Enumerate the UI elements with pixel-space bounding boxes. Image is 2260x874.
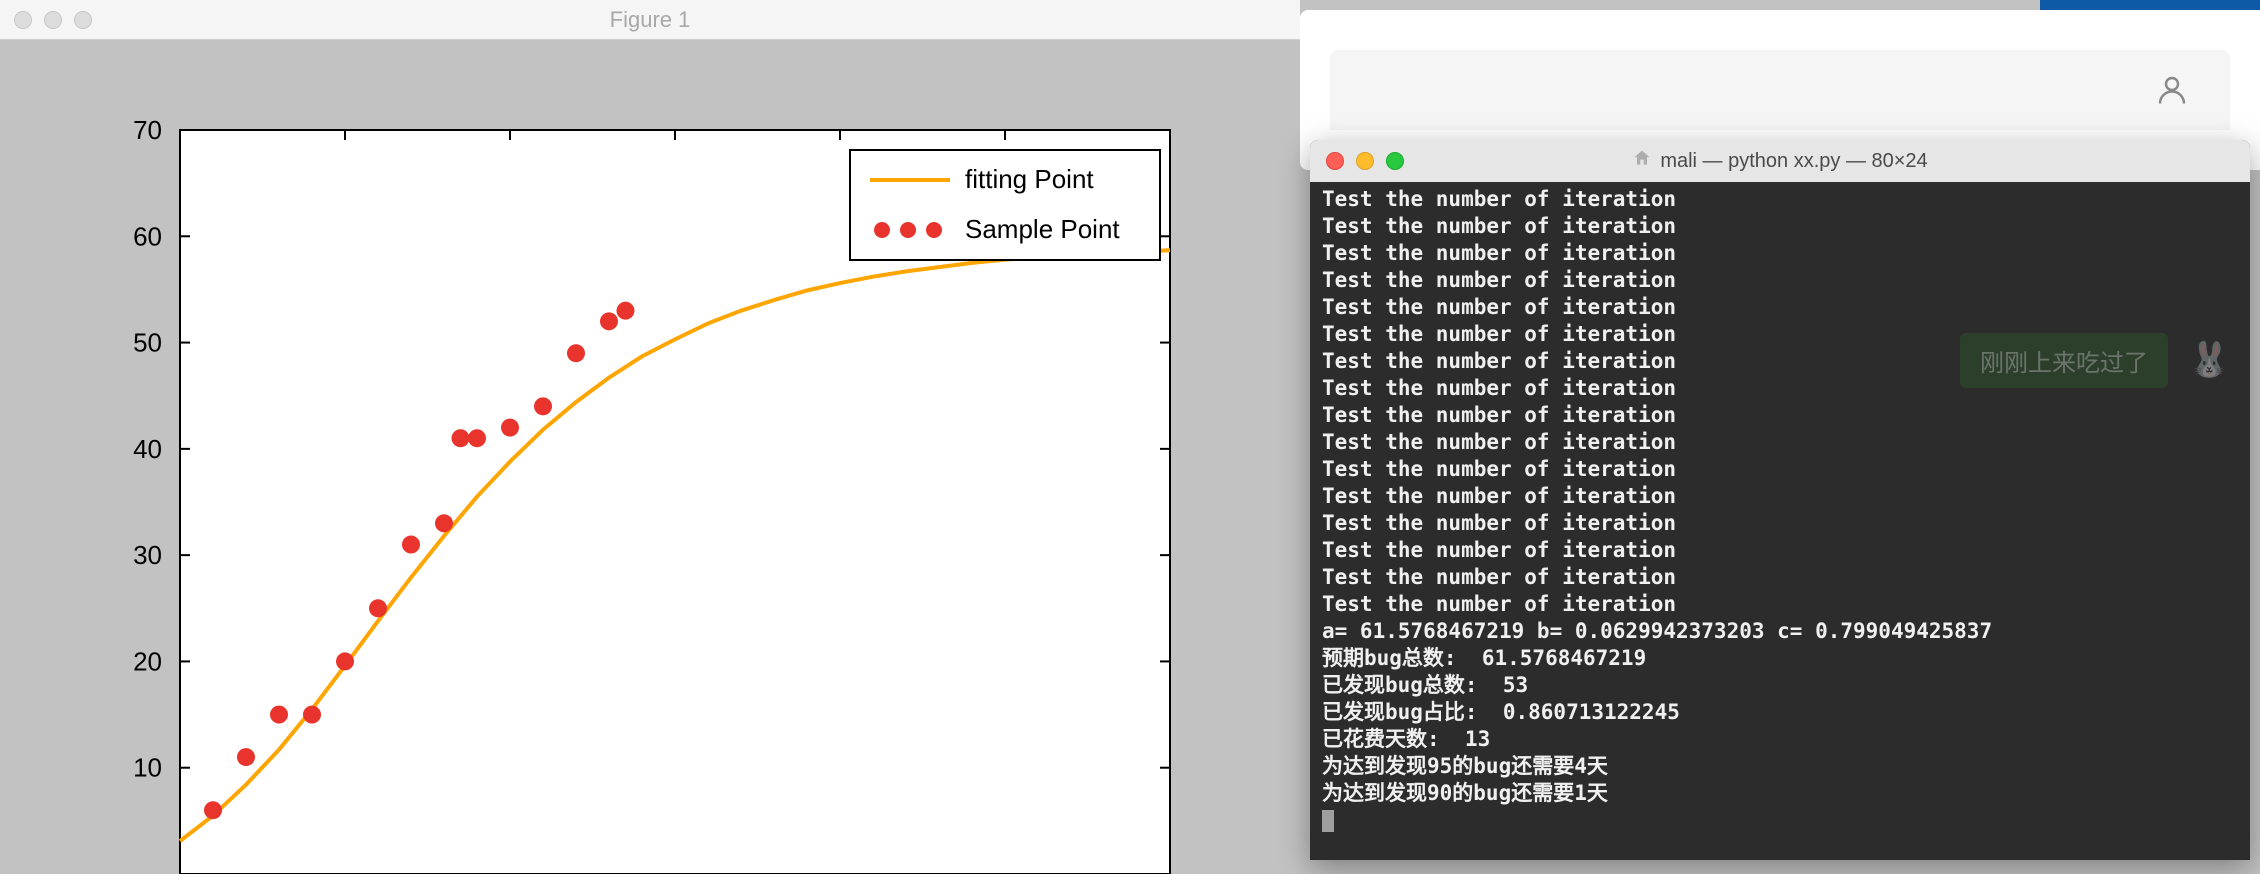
scatter-point — [600, 312, 618, 330]
terminal-cursor — [1322, 810, 1334, 832]
svg-text:50: 50 — [133, 328, 162, 358]
scatter-point — [534, 397, 552, 415]
svg-text:20: 20 — [133, 646, 162, 676]
scatter-point — [303, 706, 321, 724]
scatter-point — [402, 536, 420, 554]
svg-text:10: 10 — [133, 753, 162, 783]
svg-text:70: 70 — [133, 115, 162, 145]
bg-browser-tabbar — [1330, 50, 2230, 130]
svg-text:60: 60 — [133, 221, 162, 251]
figure-window-title: Figure 1 — [0, 7, 1300, 33]
terminal-window-title: mali — python xx.py — 80×24 — [1660, 150, 1927, 173]
figure-close-icon[interactable] — [14, 11, 32, 29]
scatter-point — [369, 599, 387, 617]
legend-sample-label: Sample Point — [965, 214, 1120, 244]
scatter-point — [270, 706, 288, 724]
svg-text:30: 30 — [133, 540, 162, 570]
terminal-window[interactable]: mali — python xx.py — 80×24 刚刚上来吃过了 🐰 Te… — [1310, 140, 2250, 860]
scatter-point — [567, 344, 585, 362]
figure-zoom-icon[interactable] — [74, 11, 92, 29]
scatter-point — [204, 801, 222, 819]
chart-legend: fitting Point Sample Point — [850, 150, 1160, 260]
scatter-point — [501, 419, 519, 437]
scatter-point — [336, 652, 354, 670]
figure-titlebar[interactable]: Figure 1 — [0, 0, 1300, 40]
plot-area[interactable]: 10 20 30 40 50 60 70 fitting Point Sample Poin… — [20, 60, 1280, 874]
scatter-point — [237, 748, 255, 766]
legend-fit-label: fitting Point — [965, 164, 1094, 194]
scatter-point — [468, 429, 486, 447]
home-icon — [1632, 148, 1652, 174]
terminal-output[interactable]: Test the number of iteration Test the nu… — [1310, 182, 2250, 838]
scatter-point — [617, 302, 635, 320]
figure-window: Figure 1 10 20 30 40 50 60 70 fitting Point — [0, 0, 1300, 874]
terminal-titlebar[interactable]: mali — python xx.py — 80×24 — [1310, 140, 2250, 182]
scatter-point — [435, 514, 453, 532]
figure-traffic-lights[interactable] — [0, 11, 92, 29]
bg-blue-menubar-strip — [2040, 0, 2260, 10]
figure-minimize-icon[interactable] — [44, 11, 62, 29]
profile-icon — [2154, 72, 2190, 108]
scatter-point — [452, 429, 470, 447]
svg-text:40: 40 — [133, 434, 162, 464]
